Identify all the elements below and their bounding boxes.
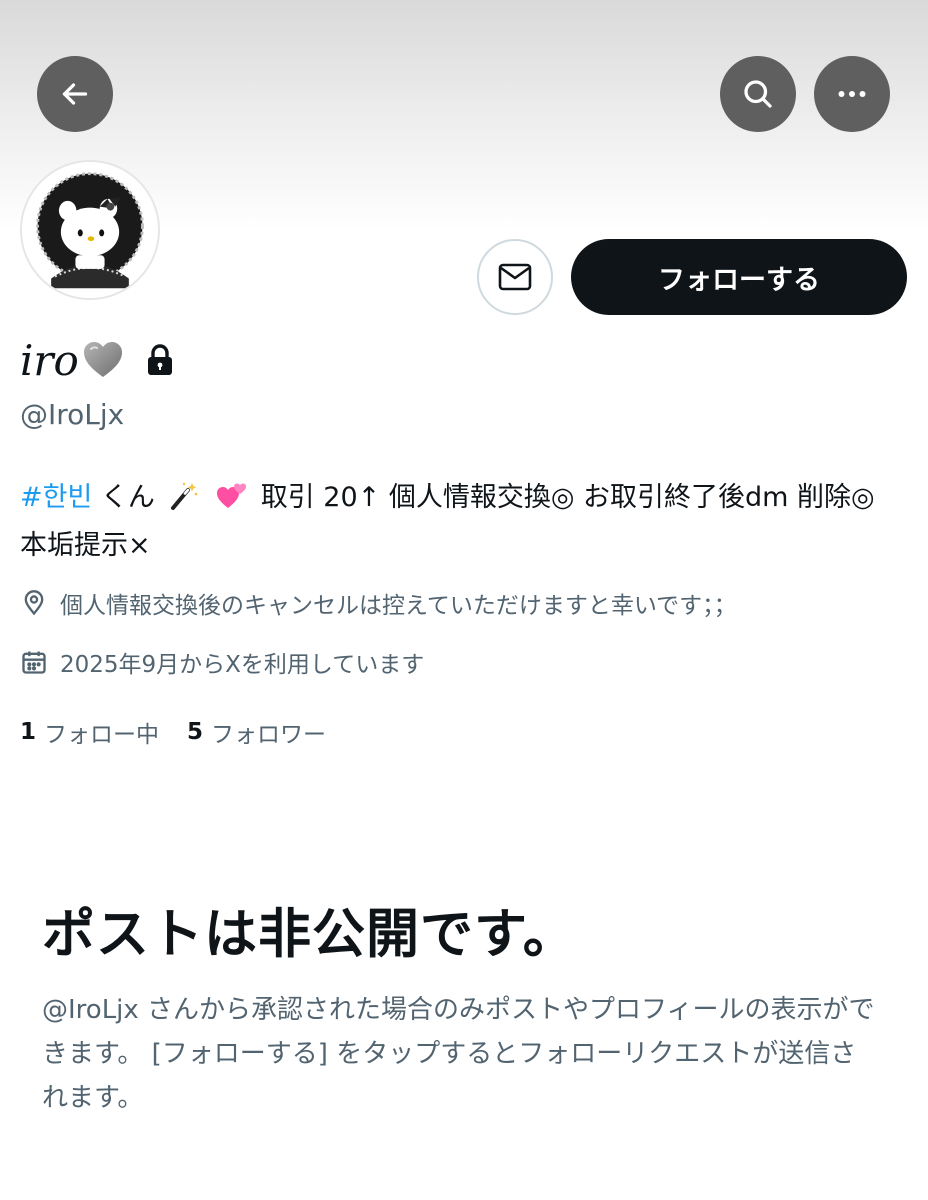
private-posts-title: ポストは非公開です。	[42, 904, 577, 965]
arrow-left-icon	[62, 83, 88, 105]
back-button[interactable]	[37, 56, 113, 132]
followers-link[interactable]: 5 フォロワー	[187, 715, 326, 749]
calendar-icon	[22, 651, 46, 674]
profile-avatar[interactable]	[20, 160, 160, 300]
grey-heart-icon	[83, 342, 122, 377]
profile-joined-date: 2025年9月からXを利用しています	[20, 642, 424, 682]
display-name-text: iro	[20, 335, 79, 385]
mail-icon	[498, 263, 532, 291]
message-button[interactable]	[477, 239, 553, 315]
magic-wand-icon	[170, 482, 197, 510]
more-options-button[interactable]	[814, 56, 890, 132]
two-hearts-icon	[217, 483, 247, 508]
search-button[interactable]	[720, 56, 796, 132]
following-count: 1	[20, 719, 37, 745]
lock-icon	[147, 344, 172, 375]
profile-bio: #한빈 くん 取引 20↑ 個人情報交換◎ お取引終了後dm 削除◎ 本垢提示×	[20, 474, 910, 570]
following-link[interactable]: 1 フォロー中	[20, 715, 159, 749]
bio-text-part1: くん	[100, 482, 155, 513]
following-label: フォロー中	[44, 722, 160, 748]
joined-text: 2025年9月からXを利用しています	[60, 652, 425, 678]
profile-page: フォローする iro @IroLjx #한빈 くん 取引 20↑ 個人情報交換◎…	[0, 0, 928, 1200]
followers-count: 5	[187, 719, 204, 745]
bio-hashtag-link[interactable]: #한빈	[20, 482, 92, 513]
more-horizontal-icon	[838, 91, 866, 97]
search-icon	[744, 80, 772, 108]
private-posts-description: @IroLjx さんから承認された場合のみポストやプロフィールの表示ができます。…	[42, 995, 875, 1113]
username-handle: @IroLjx	[20, 398, 125, 431]
follow-button[interactable]: フォローする	[571, 239, 907, 315]
display-name: iro	[20, 332, 175, 388]
profile-location: 個人情報交換後のキャンセルは控えていただけますと幸いです；；	[20, 583, 737, 623]
followers-label: フォロワー	[211, 722, 327, 748]
follow-stats: 1 フォロー中 5 フォロワー	[20, 712, 326, 752]
location-text: 個人情報交換後のキャンセルは控えていただけますと幸いです；；	[60, 593, 737, 619]
location-pin-icon	[24, 590, 44, 616]
